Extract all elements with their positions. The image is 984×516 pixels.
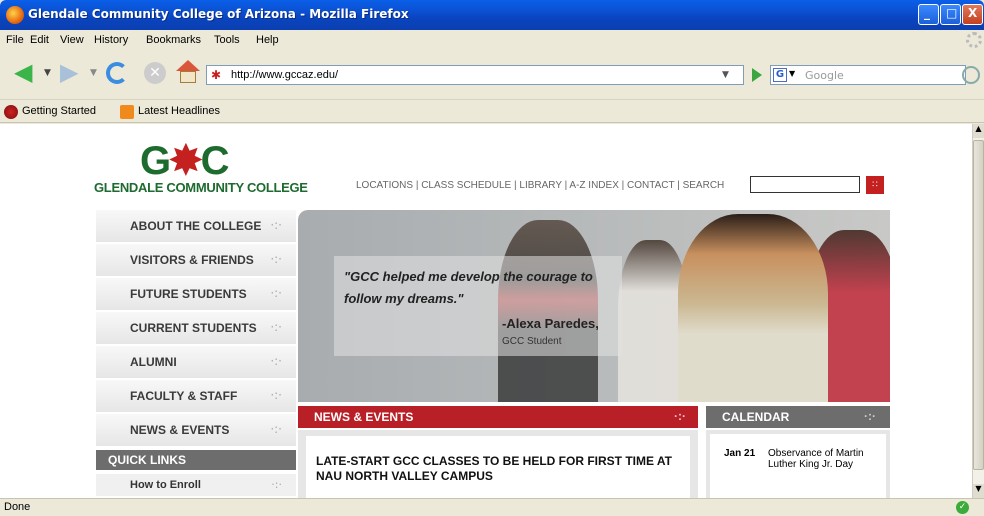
college-name[interactable]: GLENDALE COMMUNITY COLLEGE — [94, 180, 308, 195]
window-title: Glendale Community College of Arizona - … — [28, 7, 409, 21]
news-headline-link[interactable]: LATE-START GCC CLASSES TO BE HELD FOR FI… — [316, 454, 676, 484]
go-arrow-icon[interactable] — [752, 68, 762, 82]
google-engine-icon[interactable]: G — [773, 68, 787, 82]
search-box[interactable]: G ▼ Google — [770, 65, 966, 85]
activity-throbber-icon — [966, 32, 982, 48]
news-events-heading[interactable]: NEWS & EVENTS ·:· — [298, 406, 698, 428]
quote-author: -Alexa Paredes, — [502, 316, 599, 331]
menu-edit[interactable]: Edit — [30, 34, 49, 46]
magnifier-icon[interactable] — [962, 66, 980, 84]
menu-tools[interactable]: Tools — [214, 34, 240, 46]
minimize-button[interactable]: _ — [918, 4, 939, 25]
site-search-input[interactable] — [750, 176, 860, 193]
left-navigation: ABOUT THE COLLEGE ·:· VISITORS & FRIENDS ·… — [96, 210, 296, 448]
scroll-up-icon[interactable]: ▲ — [973, 124, 984, 138]
nav-news-events[interactable]: NEWS & EVENTS ·:· — [96, 414, 296, 448]
vertical-scrollbar[interactable]: ▲ ▼ — [972, 124, 984, 498]
reload-icon[interactable] — [106, 62, 128, 84]
nav-visitors-friends[interactable]: VISITORS & FRIENDS ·:· — [96, 244, 296, 278]
quick-links-heading: QUICK LINKS — [96, 450, 296, 470]
menu-bookmarks[interactable]: Bookmarks — [146, 34, 201, 46]
back-history-dropdown-icon[interactable]: ▼ — [44, 68, 51, 78]
featured-student-photo — [678, 214, 828, 402]
bookmarks-toolbar: Getting Started Latest Headlines — [0, 101, 984, 123]
news-panel: LATE-START GCC CLASSES TO BE HELD FOR FI… — [298, 430, 698, 498]
calendar-event-link[interactable]: Observance of Martin Luther King Jr. Day — [768, 448, 878, 470]
firefox-icon — [6, 6, 24, 24]
menu-history[interactable]: History — [94, 34, 128, 46]
hero-banner[interactable]: "GCC helped me develop the courage to fo… — [298, 210, 890, 402]
rss-feed-icon — [120, 105, 134, 119]
menu-file[interactable]: File — [6, 34, 24, 46]
done-check-icon: ✓ — [956, 501, 969, 514]
quick-link-how-to-enroll[interactable]: How to Enroll ·:· — [96, 474, 296, 496]
stop-icon[interactable]: ✕ — [144, 62, 166, 84]
menu-view[interactable]: View — [60, 34, 84, 46]
scroll-down-icon[interactable]: ▼ — [973, 484, 984, 498]
calendar-date: Jan 21 — [724, 448, 756, 459]
top-links[interactable]: LOCATIONS | CLASS SCHEDULE | LIBRARY | A… — [356, 180, 724, 191]
address-bar[interactable]: ✱ http://www.gccaz.edu/ — [206, 65, 744, 85]
page-viewport: G✸C GLENDALE COMMUNITY COLLEGE LOCATIONS… — [0, 124, 972, 498]
quote-role: GCC Student — [502, 336, 562, 347]
palm-logo-icon: ✸ — [169, 139, 202, 183]
window-titlebar[interactable]: Glendale Community College of Arizona - … — [0, 0, 984, 30]
gcc-logo[interactable]: G✸C — [140, 138, 230, 184]
search-placeholder[interactable]: Google — [805, 69, 844, 82]
site-favicon-icon: ✱ — [211, 68, 222, 82]
status-bar: Done ✓ — [0, 498, 984, 516]
navigation-toolbar: ◀ ▼ ▶ ▼ ✕ ✱ http://www.gccaz.edu/ ▼ G ▼ … — [0, 50, 984, 100]
close-button[interactable]: X — [962, 4, 983, 25]
getting-started-icon — [4, 105, 18, 119]
bookmark-getting-started[interactable]: Getting Started — [22, 105, 96, 117]
nav-future-students[interactable]: FUTURE STUDENTS ·:· — [96, 278, 296, 312]
nav-current-students[interactable]: CURRENT STUDENTS ·:· — [96, 312, 296, 346]
nav-faculty-staff[interactable]: FACULTY & STAFF ·:· — [96, 380, 296, 414]
forward-arrow-icon[interactable]: ▶ — [60, 60, 78, 84]
address-text[interactable]: http://www.gccaz.edu/ — [231, 69, 338, 81]
site-search-button[interactable]: ∷ — [866, 176, 884, 194]
address-history-dropdown-icon[interactable]: ▼ — [722, 70, 729, 80]
status-text: Done — [4, 501, 31, 513]
nav-about-the-college[interactable]: ABOUT THE COLLEGE ·:· — [96, 210, 296, 244]
maximize-button[interactable]: □ — [940, 4, 961, 25]
home-icon[interactable] — [176, 60, 200, 84]
calendar-panel: Jan 21 Observance of Martin Luther King … — [706, 430, 890, 498]
forward-history-dropdown-icon[interactable]: ▼ — [90, 68, 97, 78]
quote-box: "GCC helped me develop the courage to fo… — [334, 256, 622, 356]
menu-bar: File Edit View History Bookmarks Tools H… — [0, 30, 984, 50]
scroll-thumb[interactable] — [973, 140, 984, 470]
hero-quote: "GCC helped me develop the courage to fo… — [344, 269, 593, 306]
menu-help[interactable]: Help — [256, 34, 279, 46]
engine-dropdown-icon[interactable]: ▼ — [789, 69, 795, 78]
nav-alumni[interactable]: ALUMNI ·:· — [96, 346, 296, 380]
bookmark-latest-headlines[interactable]: Latest Headlines — [138, 105, 220, 117]
back-arrow-icon[interactable]: ◀ — [14, 60, 42, 84]
calendar-heading[interactable]: CALENDAR ·:· — [706, 406, 890, 428]
